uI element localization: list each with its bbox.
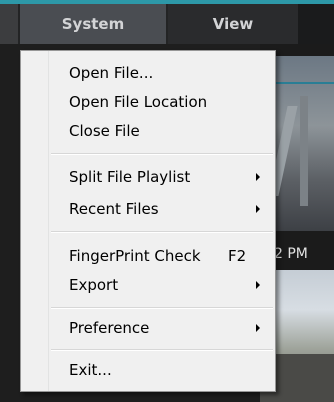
menu-item-recent-files[interactable]: Recent Files xyxy=(49,196,275,222)
menu-item-label: Export xyxy=(69,276,119,294)
submenu-arrow-icon xyxy=(256,324,260,332)
submenu-arrow-icon xyxy=(256,205,260,213)
menu-item-label: Recent Files xyxy=(69,200,159,218)
menu-item-shortcut: F2 xyxy=(228,247,247,265)
menu-item-export[interactable]: Export xyxy=(49,272,275,298)
menu-item-label: Exit... xyxy=(69,361,112,379)
menu-item-label: FingerPrint Check xyxy=(69,247,201,265)
menu-item-fingerprint-check[interactable]: FingerPrint Check F2 xyxy=(49,243,275,269)
submenu-arrow-icon xyxy=(256,173,260,181)
video-scene-door xyxy=(300,96,308,206)
menu-icon-gutter xyxy=(21,51,49,391)
menu-system-label: System xyxy=(61,15,125,33)
menu-item-split-file-playlist[interactable]: Split File Playlist xyxy=(49,164,275,190)
menu-separator xyxy=(51,231,273,233)
menubar-left-strip xyxy=(0,4,18,44)
menu-item-exit[interactable]: Exit... xyxy=(49,357,275,383)
menu-separator xyxy=(51,349,273,351)
menubar-right-area xyxy=(298,4,334,44)
menu-item-open-file-location[interactable]: Open File Location xyxy=(49,89,275,115)
menu-item-close-file[interactable]: Close File xyxy=(49,118,275,144)
menu-item-label: Open File... xyxy=(69,64,154,82)
menu-view[interactable]: View xyxy=(168,4,298,44)
menu-separator xyxy=(51,153,273,155)
menu-item-preference[interactable]: Preference xyxy=(49,315,275,341)
menu-system[interactable]: System xyxy=(20,4,166,44)
menu-view-label: View xyxy=(212,15,254,33)
menubar: System View xyxy=(0,4,334,44)
menu-item-label: Preference xyxy=(69,319,150,337)
menu-item-label: Split File Playlist xyxy=(69,168,191,186)
submenu-arrow-icon xyxy=(256,281,260,289)
system-dropdown-menu: Open File... Open File Location Close Fi… xyxy=(20,50,276,392)
menu-item-label: Close File xyxy=(69,122,140,140)
menu-item-label: Open File Location xyxy=(69,93,208,111)
menu-item-open-file[interactable]: Open File... xyxy=(49,60,275,86)
menu-separator xyxy=(51,307,273,309)
